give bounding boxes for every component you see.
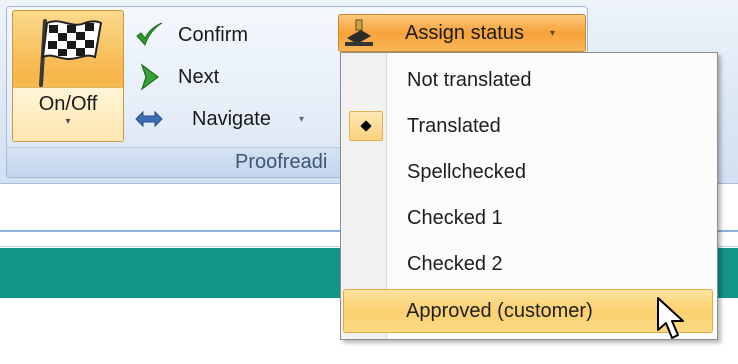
bullet-icon	[360, 120, 372, 132]
menu-item-label: Approved (customer)	[406, 300, 593, 322]
navigate-arrows-icon	[135, 110, 163, 128]
mouse-pointer-icon	[657, 297, 684, 339]
navigate-label: Navigate	[192, 107, 271, 130]
confirm-label: Confirm	[178, 23, 249, 46]
menu-item-not-translated[interactable]: Not translated	[343, 57, 715, 103]
navigate-button[interactable]: Navigate ▾	[134, 102, 304, 136]
stamp-icon	[345, 19, 373, 46]
on-off-button[interactable]: On/Off ▾	[12, 10, 124, 142]
assign-status-button[interactable]: Assign status ▾	[338, 14, 586, 52]
menu-item-checked-2[interactable]: Checked 2	[343, 241, 715, 287]
menu-item-label: Not translated	[407, 69, 532, 91]
group-caption-label: Proofreadi	[235, 151, 328, 173]
next-button[interactable]: Next	[134, 60, 219, 94]
menu-item-checked-1[interactable]: Checked 1	[343, 195, 715, 241]
checkmark-icon	[136, 22, 163, 46]
menu-item-label: Spellchecked	[407, 161, 526, 183]
checkered-flag-icon	[39, 19, 103, 87]
menu-item-label: Checked 2	[407, 253, 503, 275]
assign-status-label: Assign status	[405, 21, 524, 44]
on-off-dropdown-area[interactable]: On/Off ▾	[13, 87, 123, 141]
next-label: Next	[178, 65, 220, 88]
selected-indicator	[349, 111, 383, 141]
chevron-down-icon: ▾	[65, 116, 71, 127]
menu-item-label: Translated	[407, 115, 501, 137]
on-off-label: On/Off	[38, 93, 98, 115]
chevron-down-icon[interactable]: ▾	[550, 28, 555, 39]
confirm-button[interactable]: Confirm	[134, 18, 248, 52]
menu-item-label: Checked 1	[407, 207, 503, 229]
menu-item-spellchecked[interactable]: Spellchecked	[343, 149, 715, 195]
next-arrow-icon	[140, 63, 159, 91]
menu-item-translated[interactable]: Translated	[343, 103, 715, 149]
chevron-down-icon[interactable]: ▾	[299, 114, 304, 125]
